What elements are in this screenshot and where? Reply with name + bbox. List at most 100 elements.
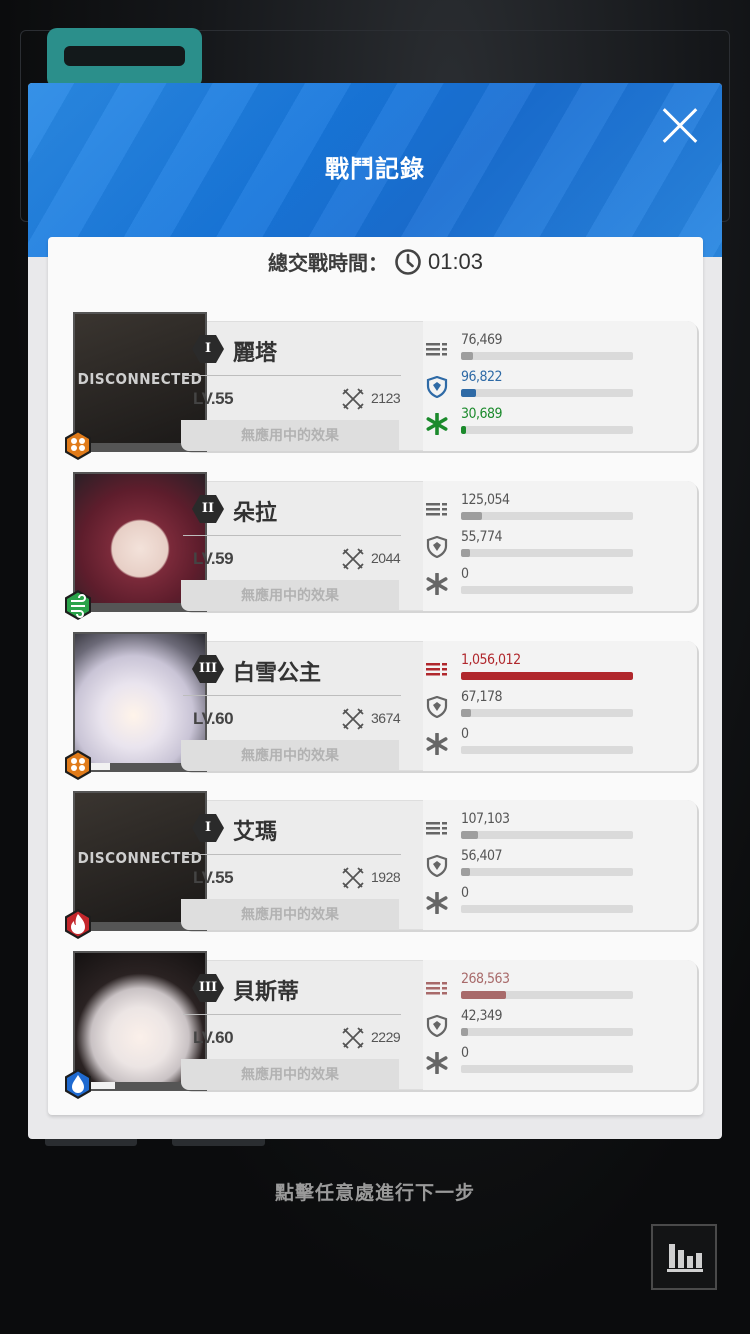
damage-value: 268,563 <box>461 971 510 987</box>
rank-label: III <box>198 661 218 676</box>
shield-bar-fill <box>461 1028 468 1036</box>
dialog-header: 戰鬥記錄 <box>28 83 722 257</box>
shield-bar <box>461 1028 633 1036</box>
rank-label: I <box>204 341 212 356</box>
damage-bar-fill <box>461 672 633 680</box>
unit-row: DISCONNECTED I 艾瑪 LV.55 1928 無應用中的效果 107,103 56… <box>65 791 697 939</box>
combat-power: 2123 <box>371 390 401 406</box>
damage-stat: 1,056,012 <box>425 652 675 689</box>
damage-value: 107,103 <box>461 811 510 827</box>
character-level: LV.55 <box>193 868 234 887</box>
active-effects: 無應用中的效果 <box>181 899 399 930</box>
rank-label: III <box>198 980 218 995</box>
shield-stat: 56,407 <box>425 848 675 885</box>
damage-stat: 107,103 <box>425 811 675 848</box>
shield-icon <box>426 1015 448 1037</box>
unit-row: III 貝斯蒂 LV.60 2229 無應用中的效果 268,563 42,349 0 <box>65 951 697 1099</box>
damage-bar <box>461 991 633 999</box>
wind-icon <box>65 590 91 620</box>
damage-icon <box>426 663 447 676</box>
fire-icon <box>65 909 91 939</box>
shield-value: 55,774 <box>461 529 503 545</box>
shield-value: 56,407 <box>461 848 503 864</box>
heal-bar <box>461 905 633 913</box>
crossed-swords-icon <box>342 867 364 889</box>
heal-value: 0 <box>461 566 469 582</box>
heal-bar <box>461 426 633 434</box>
damage-bar <box>461 831 633 839</box>
heal-icon <box>426 1052 448 1074</box>
character-name: 艾瑪 <box>233 819 278 844</box>
damage-bar-fill <box>461 831 479 839</box>
shield-bar-fill <box>461 389 477 397</box>
heal-icon <box>426 892 448 914</box>
damage-bar-fill <box>461 991 506 999</box>
heal-stat: 0 <box>425 566 675 603</box>
record-panel: 總交戰時間： 01:03 DISCONNECTED I 麗塔 LV.55 2123 無應用… <box>48 237 703 1115</box>
character-name: 白雪公主 <box>233 660 322 685</box>
shield-value: 96,822 <box>461 369 503 385</box>
heal-stat: 0 <box>425 1045 675 1082</box>
name-divider <box>183 1014 401 1015</box>
total-time-row: 總交戰時間： 01:03 <box>48 247 703 276</box>
heal-value: 0 <box>461 726 469 742</box>
character-level: LV.55 <box>193 389 234 408</box>
combat-power: 3674 <box>371 710 401 726</box>
shield-stat: 96,822 <box>425 369 675 406</box>
honeycomb-icon <box>65 430 91 460</box>
shield-stat: 67,178 <box>425 689 675 726</box>
total-time-label: 總交戰時間： <box>267 253 388 275</box>
shield-bar-fill <box>461 709 472 717</box>
combat-power: 1928 <box>371 869 401 885</box>
character-name: 朵拉 <box>233 500 278 525</box>
heal-stat: 0 <box>425 726 675 763</box>
damage-bar <box>461 352 633 360</box>
shield-icon <box>426 376 448 398</box>
damage-bar <box>461 672 633 680</box>
active-effects: 無應用中的效果 <box>181 1059 399 1090</box>
heal-value: 0 <box>461 1045 469 1061</box>
heal-stat: 30,689 <box>425 406 675 443</box>
damage-bar <box>461 512 633 520</box>
damage-icon <box>426 343 447 356</box>
combat-power: 2044 <box>371 550 401 566</box>
unit-row: III 白雪公主 LV.60 3674 無應用中的效果 1,056,012 67,178 0 <box>65 632 697 780</box>
heal-value: 0 <box>461 885 469 901</box>
active-effects: 無應用中的效果 <box>181 420 399 451</box>
background-tab <box>47 28 202 88</box>
shield-stat: 55,774 <box>425 529 675 566</box>
continue-hint[interactable]: 點擊任意處進行下一步 <box>0 1178 750 1205</box>
stats-button[interactable] <box>651 1224 717 1290</box>
active-effects: 無應用中的效果 <box>181 580 399 611</box>
damage-icon <box>426 822 447 835</box>
damage-value: 76,469 <box>461 332 503 348</box>
name-divider <box>183 535 401 536</box>
dialog-title: 戰鬥記錄 <box>325 156 425 183</box>
shield-icon <box>426 696 448 718</box>
close-icon[interactable] <box>660 105 700 145</box>
battle-record-dialog: 戰鬥記錄 總交戰時間： 01:03 DISCONNECTED I 麗塔 LV.55 21… <box>28 83 722 1139</box>
crossed-swords-icon <box>342 388 364 410</box>
bar-chart-icon <box>667 1244 703 1272</box>
heal-value: 30,689 <box>461 406 503 422</box>
shield-bar-fill <box>461 868 470 876</box>
honeycomb-icon <box>65 750 91 780</box>
disconnected-label: DISCONNECTED <box>77 849 203 867</box>
clock-icon <box>395 248 421 275</box>
name-divider <box>183 695 401 696</box>
shield-icon <box>426 536 448 558</box>
heal-bar-fill <box>461 426 467 434</box>
character-name: 貝斯蒂 <box>233 979 300 1004</box>
crossed-swords-icon <box>342 1027 364 1049</box>
damage-stat: 125,054 <box>425 492 675 529</box>
heal-icon <box>426 413 448 435</box>
heal-stat: 0 <box>425 885 675 922</box>
rank-label: II <box>201 501 215 516</box>
active-effects: 無應用中的效果 <box>181 740 399 771</box>
character-level: LV.59 <box>193 549 234 568</box>
disconnected-label: DISCONNECTED <box>77 370 203 388</box>
character-level: LV.60 <box>193 1028 234 1047</box>
heal-icon <box>426 573 448 595</box>
shield-stat: 42,349 <box>425 1008 675 1045</box>
rank-label: I <box>204 820 212 835</box>
